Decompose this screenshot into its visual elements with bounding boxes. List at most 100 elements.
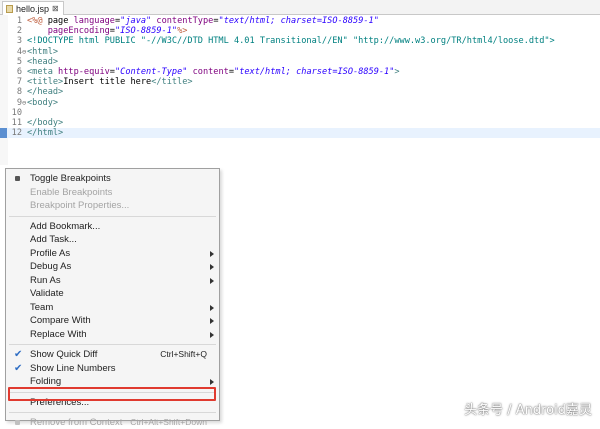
line-number: 12	[11, 128, 22, 139]
code-token: "text/html; charset=ISO-8859-1"	[234, 67, 395, 77]
code-token: </body>	[27, 118, 64, 128]
code-token: "Content-Type"	[114, 67, 188, 77]
code-token: <body>	[27, 97, 59, 108]
menu-item-label: Breakpoint Properties...	[30, 200, 130, 211]
code-token: </title>	[151, 77, 193, 88]
code-text: <body>	[27, 98, 58, 108]
menu-item-label: Compare With	[30, 315, 91, 326]
menu-item-compare-with[interactable]: Compare With	[6, 314, 219, 327]
code-token: <%@	[27, 16, 43, 26]
line-number: 9	[16, 97, 22, 108]
menu-item-validate[interactable]: Validate	[6, 287, 219, 300]
code-token: Insert title here	[63, 77, 152, 88]
code-token: pageEncoding	[47, 26, 110, 37]
menu-item-run-as[interactable]: Run As	[6, 274, 219, 287]
editor-tab-bar: hello.jsp ⊠	[0, 0, 600, 15]
menu-item-label: Validate	[30, 288, 64, 299]
submenu-arrow-icon	[210, 304, 214, 311]
submenu-arrow-icon	[210, 250, 214, 257]
submenu-arrow-icon	[210, 331, 214, 338]
menu-item-label: Show Line Numbers	[30, 362, 116, 374]
menu-item-show-quick-diff[interactable]: ✔ Show Quick Diff Ctrl+Shift+Q	[6, 348, 219, 361]
menu-separator	[9, 215, 216, 217]
line-number: 8	[16, 87, 22, 98]
menu-item-label: Team	[30, 301, 54, 313]
checkmark-icon: ✔	[14, 362, 23, 374]
line-number: 4	[16, 46, 22, 57]
code-token: <head>	[27, 56, 59, 67]
code-text: <head>	[27, 57, 58, 67]
tab-hello-jsp[interactable]: hello.jsp ⊠	[2, 1, 64, 15]
menu-item-show-line-numbers[interactable]: ✔ Show Line Numbers	[6, 362, 219, 375]
code-token: contentType	[156, 16, 214, 26]
close-icon[interactable]: ⊠	[52, 4, 59, 13]
line-number: 7	[16, 77, 22, 88]
code-token: "text/html; charset=ISO-8859-1"	[218, 16, 379, 26]
menu-item-label: Add Bookmark...	[30, 220, 101, 232]
code-token: "java"	[120, 16, 152, 26]
code-line[interactable]: 12 </html>	[0, 128, 600, 139]
code-line[interactable]: 10	[0, 108, 600, 118]
menu-item-profile-as[interactable]: Profile As	[6, 247, 219, 260]
code-token: page	[42, 16, 74, 26]
code-line[interactable]: 1 <%@ page language="java" contentType="t…	[0, 16, 600, 26]
menu-item-label: Add Task...	[30, 234, 77, 245]
menu-item-add-task[interactable]: Add Task...	[6, 233, 219, 246]
code-token: content	[192, 67, 229, 77]
menu-item-shortcut: Ctrl+Shift+Q	[160, 349, 207, 359]
menu-item-enable-breakpoints: Enable Breakpoints	[6, 186, 219, 199]
code-token: <title>	[27, 77, 64, 88]
preferences-highlight-box	[8, 387, 216, 401]
menu-item-label: Profile As	[30, 247, 71, 259]
menu-item-toggle-breakpoints[interactable]: Toggle Breakpoints	[6, 172, 219, 185]
code-token: <!DOCTYPE html PUBLIC "-//W3C//DTD HTML …	[27, 36, 555, 47]
code-token: <meta	[27, 67, 59, 77]
code-line[interactable]: 6 <meta http-equiv="Content-Type" content…	[0, 67, 600, 77]
code-text: pageEncoding="ISO-8859-1"%>	[27, 26, 188, 37]
menu-item-debug-as[interactable]: Debug As	[6, 260, 219, 273]
menu-separator	[9, 412, 216, 413]
line-number: 3	[16, 36, 22, 47]
line-number: 11	[11, 118, 22, 128]
submenu-arrow-icon	[210, 264, 214, 270]
line-number: 2	[16, 26, 22, 37]
code-line[interactable]: 9 ⊖ <body>	[0, 98, 600, 108]
code-line[interactable]: 7 <title>Insert title here</title>	[0, 77, 600, 87]
code-line[interactable]: 5 <head>	[0, 57, 600, 67]
code-token: >	[394, 67, 400, 77]
menu-item-label: Show Quick Diff	[30, 349, 98, 360]
menu-item-breakpoint-properties: Breakpoint Properties...	[6, 199, 219, 212]
line-number: 5	[16, 56, 22, 67]
submenu-arrow-icon	[210, 277, 214, 284]
code-text: </head>	[27, 87, 63, 97]
code-token: </html>	[27, 128, 64, 139]
code-text: </html>	[27, 128, 63, 138]
code-token: http-equiv	[58, 67, 110, 77]
submenu-arrow-icon	[210, 318, 214, 324]
code-line[interactable]: 2 pageEncoding="ISO-8859-1"%>	[0, 26, 600, 36]
line-number: 10	[11, 107, 22, 118]
menu-item-label: Toggle Breakpoints	[30, 173, 111, 184]
checkmark-icon: ✔	[14, 349, 23, 360]
code-token: </head>	[27, 87, 64, 98]
code-token: "ISO-8859-1"	[114, 26, 178, 37]
jsp-file-icon	[6, 4, 13, 13]
menu-item-label: Enable Breakpoints	[30, 186, 113, 198]
menu-item-replace-with[interactable]: Replace With	[6, 328, 219, 341]
tab-title: hello.jsp	[16, 3, 50, 14]
code-line[interactable]: 11 </body>	[0, 118, 600, 128]
menu-item-team[interactable]: Team	[6, 301, 219, 314]
code-line[interactable]: 4 ⊖ <html>	[0, 47, 600, 57]
code-text: <meta http-equiv="Content-Type" content=…	[27, 67, 400, 77]
line-number: 6	[16, 67, 22, 77]
context-menu: Toggle Breakpoints Enable Breakpoints Brea…	[5, 168, 220, 428]
code-editor[interactable]: 1 <%@ page language="java" contentType="t…	[0, 15, 600, 165]
menu-item-add-bookmark[interactable]: Add Bookmark...	[6, 220, 219, 233]
menu-item-icon	[15, 176, 20, 181]
menu-item-label: Replace With	[30, 328, 87, 340]
menu-item-label: Debug As	[30, 261, 72, 272]
code-line[interactable]: 8 </head>	[0, 87, 600, 97]
code-line[interactable]: 3 <!DOCTYPE html PUBLIC "-//W3C//DTD HTML…	[0, 36, 600, 46]
line-number: 1	[16, 16, 22, 26]
